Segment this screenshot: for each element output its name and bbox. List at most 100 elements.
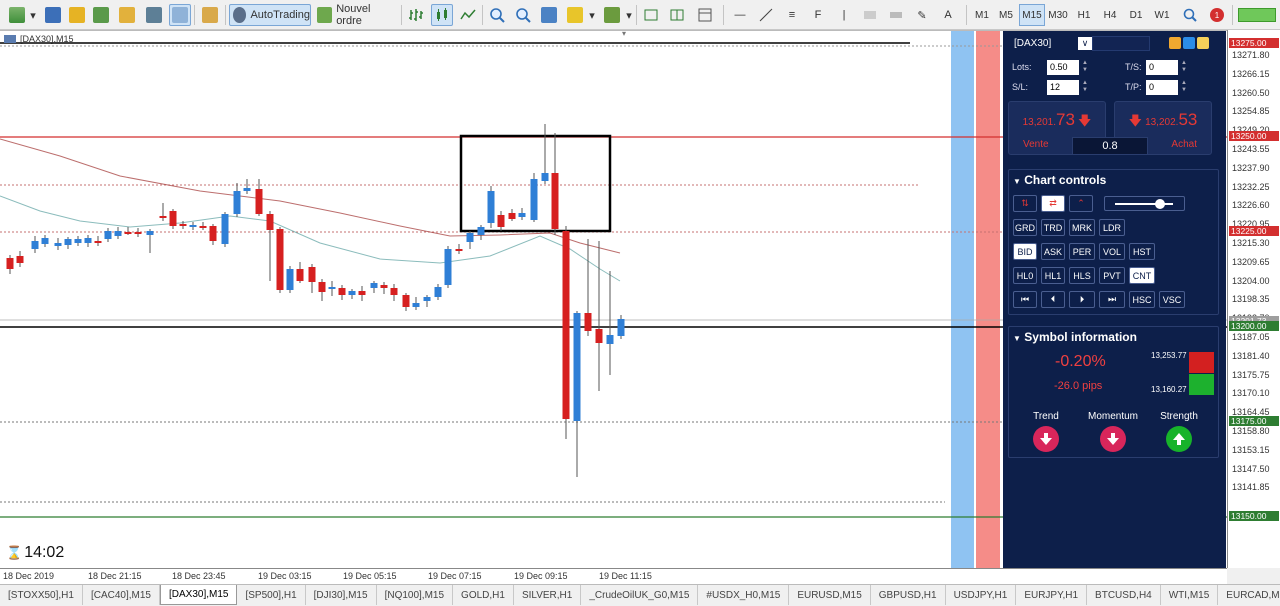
control-ldr[interactable]: LDR (1099, 219, 1125, 236)
chart-shift-marker[interactable]: ▾ (622, 29, 626, 38)
search-icon[interactable] (1179, 4, 1201, 26)
chevron-down-icon[interactable]: ▾ (28, 4, 38, 26)
minimize-icon[interactable] (1197, 37, 1209, 49)
symbol-tab[interactable]: EURUSD,M15 (789, 585, 871, 605)
symbol-tab[interactable]: WTI,M15 (1161, 585, 1219, 605)
hline-icon[interactable]: ≡ (781, 4, 803, 26)
notifications-icon[interactable]: 1 (1206, 4, 1228, 26)
skip-end-icon[interactable]: ⏭ (1099, 291, 1125, 308)
chevron-down-icon[interactable]: ▾ (587, 4, 597, 26)
control-vol[interactable]: VOL (1099, 243, 1125, 260)
crosshair-icon[interactable]: — (729, 4, 751, 26)
price-axis[interactable]: 13271.8013266.1513260.5013254.8513249.20… (1227, 30, 1280, 568)
line-chart-icon[interactable] (457, 4, 479, 26)
control-trd[interactable]: TRD (1041, 219, 1065, 236)
properties-icon[interactable] (694, 4, 716, 26)
ts-input[interactable]: 0 (1146, 60, 1178, 75)
symbol-tab[interactable]: #USDX_H0,M15 (698, 585, 790, 605)
candlestick-icon[interactable] (431, 4, 453, 26)
symbol-tab[interactable]: GOLD,H1 (453, 585, 514, 605)
terminal-icon[interactable] (143, 4, 165, 26)
symbol-tab[interactable]: USDJPY,H1 (946, 585, 1017, 605)
control-hsc[interactable]: HSC (1129, 291, 1155, 308)
control-vsc[interactable]: VSC (1159, 291, 1185, 308)
symbol-search-input[interactable] (1092, 36, 1150, 51)
metaeditor-icon[interactable] (199, 4, 221, 26)
indicators-icon[interactable] (564, 4, 586, 26)
tp-input[interactable]: 0 (1146, 80, 1178, 95)
control-hls[interactable]: HLS (1069, 267, 1095, 284)
timeframe-m30[interactable]: M30 (1045, 4, 1071, 26)
control-grd[interactable]: GRD (1013, 219, 1037, 236)
tester-icon[interactable] (169, 4, 191, 26)
symbol-tab[interactable]: [CAC40],M15 (83, 585, 160, 605)
symbol-tab[interactable]: [NQ100],M15 (377, 585, 454, 605)
step-forward-icon[interactable]: ⏵ (1069, 291, 1095, 308)
copy-icon[interactable] (1169, 37, 1181, 49)
lots-spinner[interactable]: ▲ ▼ (1081, 60, 1089, 75)
autotrading-button[interactable]: AutoTrading (229, 4, 311, 26)
navigator-icon[interactable] (116, 4, 138, 26)
label-icon[interactable] (885, 4, 907, 26)
gear-icon[interactable] (1183, 37, 1195, 49)
symbol-tab[interactable]: EURJPY,H1 (1016, 585, 1088, 605)
new-chart-icon[interactable] (6, 4, 28, 26)
control-per[interactable]: PER (1069, 243, 1095, 260)
scroll-toggle-button[interactable]: ⇅ (1013, 195, 1037, 212)
timeframe-m1[interactable]: M1 (969, 4, 995, 26)
control-hl1[interactable]: HL1 (1041, 267, 1065, 284)
symbol-tab[interactable]: SILVER,H1 (514, 585, 582, 605)
vline-icon[interactable]: | (833, 4, 855, 26)
chart-shift-icon[interactable] (640, 4, 662, 26)
bar-chart-icon[interactable] (405, 4, 427, 26)
templates-icon[interactable] (601, 4, 623, 26)
symbol-tab[interactable]: GBPUSD,H1 (871, 585, 946, 605)
timeframe-h1[interactable]: H1 (1071, 4, 1097, 26)
control-bid[interactable]: BID (1013, 243, 1037, 260)
chevron-up-button[interactable]: ⌃ (1069, 195, 1093, 212)
candles-toggle-button[interactable]: ⇄ (1041, 195, 1065, 212)
chart-controls-header[interactable]: ▼ Chart controls (1013, 173, 1106, 187)
sl-spinner[interactable]: ▲ ▼ (1081, 80, 1089, 95)
symbol-info-header[interactable]: ▼ Symbol information (1013, 330, 1137, 344)
control-ask[interactable]: ASK (1041, 243, 1065, 260)
profiles-icon[interactable] (42, 4, 64, 26)
symbol-tab[interactable]: BTCUSD,H4 (1087, 585, 1161, 605)
control-hl0[interactable]: HL0 (1013, 267, 1037, 284)
timeframe-h4[interactable]: H4 (1097, 4, 1123, 26)
control-cnt[interactable]: CNT (1129, 267, 1155, 284)
text-icon[interactable]: A (937, 4, 959, 26)
time-axis[interactable]: 18 Dec 2019 18 Dec 21:15 18 Dec 23:45 19 De… (0, 568, 1227, 584)
zoom-slider[interactable] (1104, 196, 1185, 211)
control-mrk[interactable]: MRK (1069, 219, 1095, 236)
symbol-tab[interactable]: [DAX30],M15 (160, 585, 238, 605)
zoom-in-icon[interactable] (486, 4, 508, 26)
symbol-tab[interactable]: EURCAD,M (1218, 585, 1280, 605)
trendline-icon[interactable] (755, 4, 777, 26)
auto-scroll-icon[interactable] (666, 4, 688, 26)
pen-icon[interactable]: ✎ (911, 4, 933, 26)
timeframe-m5[interactable]: M5 (993, 4, 1019, 26)
timeframe-d1[interactable]: D1 (1123, 4, 1149, 26)
timeframe-w1[interactable]: W1 (1149, 4, 1175, 26)
zoom-out-icon[interactable] (512, 4, 534, 26)
new-order-button[interactable]: Nouvel ordre (313, 3, 397, 27)
sl-input[interactable]: 12 (1047, 80, 1079, 95)
symbol-tab[interactable]: [DJI30],M15 (306, 585, 377, 605)
timeframe-m15[interactable]: M15 (1019, 4, 1045, 26)
control-hst[interactable]: HST (1129, 243, 1155, 260)
rectangle-icon[interactable] (859, 4, 881, 26)
fibonacci-icon[interactable]: F (807, 4, 829, 26)
slider-thumb[interactable] (1155, 199, 1165, 209)
chevron-down-icon[interactable]: ∨ (1078, 37, 1092, 50)
lots-input[interactable]: 0.50 (1047, 60, 1079, 75)
symbol-tab[interactable]: [STOXX50],H1 (0, 585, 83, 605)
symbol-tab[interactable]: [SP500],H1 (237, 585, 306, 605)
data-window-icon[interactable] (90, 4, 112, 26)
tp-spinner[interactable]: ▲ ▼ (1180, 80, 1188, 95)
tile-windows-icon[interactable] (538, 4, 560, 26)
chevron-down-icon[interactable]: ▾ (624, 4, 634, 26)
step-back-icon[interactable]: ⏴ (1041, 291, 1065, 308)
skip-start-icon[interactable]: ⏮ (1013, 291, 1037, 308)
control-pvt[interactable]: PVT (1099, 267, 1125, 284)
